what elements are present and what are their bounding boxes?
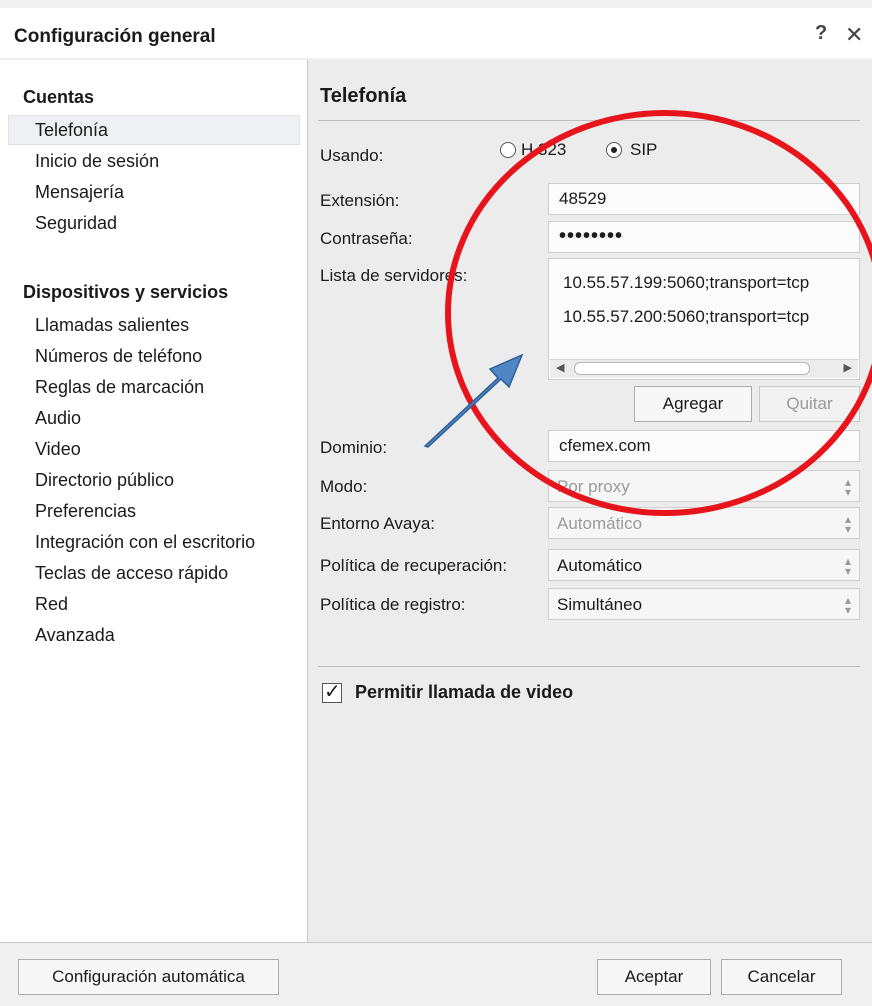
- accept-button[interactable]: Aceptar: [597, 959, 711, 995]
- sidebar-section-cuentas: Cuentas: [23, 87, 95, 107]
- usando-label: Usando:: [320, 146, 384, 165]
- auto-config-button[interactable]: Configuración automática: [18, 959, 279, 995]
- registration-label: Política de registro:: [320, 595, 466, 614]
- sidebar-item-reglas-de-marcacion[interactable]: Reglas de marcación: [35, 377, 204, 398]
- scrollbar-thumb[interactable]: [574, 362, 810, 375]
- section-divider: [318, 666, 860, 667]
- recovery-value: Automático: [557, 556, 643, 575]
- list-item[interactable]: 10.55.57.200:5060;transport=tcp: [563, 307, 809, 327]
- select-arrows-icon: ▴ ▾: [844, 512, 851, 536]
- mode-value: Por proxy: [557, 477, 630, 496]
- video-call-checkbox[interactable]: [322, 679, 342, 704]
- list-item[interactable]: 10.55.57.199:5060;transport=tcp: [563, 273, 809, 293]
- sidebar-item-audio[interactable]: Audio: [35, 408, 81, 429]
- sidebar-item-inicio-de-sesion[interactable]: Inicio de sesión: [35, 151, 159, 172]
- server-list-label: Lista de servidores:: [320, 266, 468, 285]
- cancel-button[interactable]: Cancelar: [721, 959, 842, 995]
- server-list[interactable]: 10.55.57.199:5060;transport=tcp 10.55.57…: [548, 258, 860, 380]
- environment-value: Automático: [557, 514, 643, 533]
- domain-field[interactable]: cfemex.com: [548, 430, 860, 462]
- add-server-button[interactable]: Agregar: [634, 386, 752, 422]
- environment-label: Entorno Avaya:: [320, 514, 435, 533]
- help-icon[interactable]: ?: [815, 22, 827, 45]
- radio-h323[interactable]: [500, 142, 516, 158]
- select-arrows-icon: ▴ ▾: [844, 475, 851, 499]
- sidebar-section-dispositivos: Dispositivos y servicios: [23, 282, 229, 302]
- radio-sip-label: SIP: [630, 140, 658, 159]
- settings-dialog: Configuración general ? ✕ Cuentas Telefo…: [0, 0, 872, 1006]
- select-arrows-icon: ▴ ▾: [844, 554, 851, 578]
- sidebar-item-mensajeria[interactable]: Mensajería: [35, 182, 124, 203]
- mode-select[interactable]: Por proxy ▴ ▾: [548, 470, 860, 502]
- horizontal-scrollbar[interactable]: ◀ ▶: [550, 359, 858, 378]
- remove-server-button[interactable]: Quitar: [759, 386, 860, 422]
- password-field[interactable]: ••••••••: [548, 221, 860, 253]
- scroll-left-icon[interactable]: ◀: [556, 361, 564, 374]
- select-arrows-icon: ▴ ▾: [844, 593, 851, 617]
- video-call-label: Permitir llamada de video: [355, 682, 574, 702]
- sidebar-item-numeros-de-telefono[interactable]: Números de teléfono: [35, 346, 202, 367]
- sidebar-item-llamadas-salientes[interactable]: Llamadas salientes: [35, 315, 189, 336]
- recovery-select[interactable]: Automático ▴ ▾: [548, 549, 860, 581]
- sidebar-item-avanzada[interactable]: Avanzada: [35, 625, 115, 646]
- sidebar-item-integracion-escritorio[interactable]: Integración con el escritorio: [35, 532, 255, 553]
- title-divider: [318, 120, 860, 121]
- environment-select[interactable]: Automático ▴ ▾: [548, 507, 860, 539]
- dialog-title: Configuración general: [14, 26, 216, 47]
- extension-label: Extensión:: [320, 191, 400, 210]
- sidebar-item-directorio-publico[interactable]: Directorio público: [35, 470, 174, 491]
- recovery-label: Política de recuperación:: [320, 556, 508, 575]
- sidebar-item-telefonia[interactable]: Telefonía: [35, 120, 108, 141]
- radio-sip[interactable]: [606, 142, 622, 158]
- sidebar-item-teclas-acceso-rapido[interactable]: Teclas de acceso rápido: [35, 563, 228, 584]
- registration-value: Simultáneo: [557, 595, 643, 614]
- domain-label: Dominio:: [320, 438, 388, 457]
- mode-label: Modo:: [320, 477, 368, 496]
- sidebar-item-red[interactable]: Red: [35, 594, 68, 615]
- close-icon[interactable]: ✕: [845, 22, 863, 48]
- panel-title: Telefonía: [320, 85, 407, 107]
- scroll-right-icon[interactable]: ▶: [844, 361, 852, 374]
- radio-h323-label: H.323: [521, 140, 567, 159]
- sidebar-item-video[interactable]: Video: [35, 439, 81, 460]
- registration-select[interactable]: Simultáneo ▴ ▾: [548, 588, 860, 620]
- extension-field[interactable]: 48529: [548, 183, 860, 215]
- title-bar: Configuración general ? ✕: [0, 8, 872, 58]
- password-label: Contraseña:: [320, 229, 413, 248]
- sidebar-item-seguridad[interactable]: Seguridad: [35, 213, 117, 234]
- sidebar-item-preferencias[interactable]: Preferencias: [35, 501, 136, 522]
